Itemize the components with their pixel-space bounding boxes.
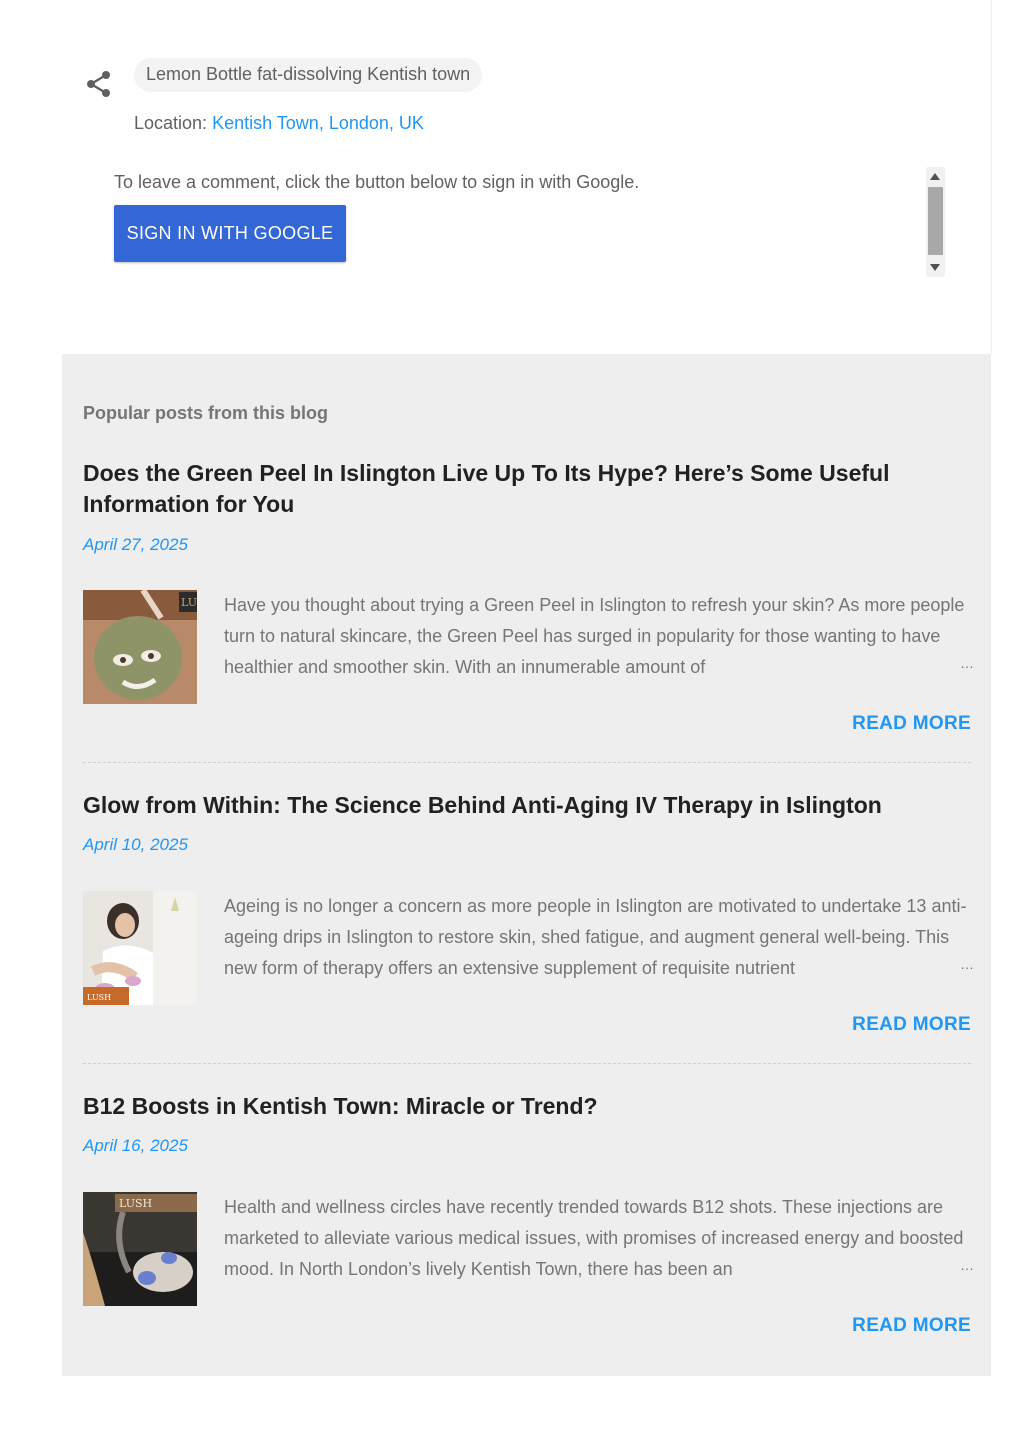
read-more-link[interactable]: READ MORE <box>852 1315 971 1337</box>
post-snippet-text: Ageing is no longer a concern as more pe… <box>224 896 967 978</box>
popular-posts-section: Popular posts from this blog Does the Gr… <box>62 354 991 1376</box>
sign-in-with-google-button[interactable]: SIGN IN WITH GOOGLE <box>114 205 346 262</box>
read-more-link[interactable]: READ MORE <box>852 1014 971 1036</box>
popular-post: B12 Boosts in Kentish Town: Miracle or T… <box>83 1091 974 1361</box>
snippet-ellipsis: … <box>960 655 974 671</box>
snippet-fade <box>858 652 948 683</box>
read-more-link[interactable]: READ MORE <box>852 713 971 735</box>
location-prefix: Location: <box>134 113 208 133</box>
post-title-link[interactable]: B12 Boosts in Kentish Town: Miracle or T… <box>83 1091 971 1122</box>
green-peel-face-image: LU <box>83 590 197 704</box>
post-title-link[interactable]: Does the Green Peel In Islington Live Up… <box>83 458 971 520</box>
post-snippet-text: Health and wellness circles have recentl… <box>224 1197 964 1279</box>
post-thumbnail[interactable]: LUSH <box>83 1192 197 1306</box>
svg-text:LU: LU <box>181 596 197 609</box>
post-location: Location: Kentish Town, London, UK <box>134 113 424 134</box>
post-divider <box>83 1063 971 1064</box>
post-snippet: Have you thought about trying a Green Pe… <box>224 590 974 683</box>
post-title-link[interactable]: Glow from Within: The Science Behind Ant… <box>83 790 971 821</box>
share-icon[interactable] <box>86 70 112 98</box>
post-divider <box>83 762 971 763</box>
post-date: April 27, 2025 <box>83 535 188 554</box>
popular-post: Does the Green Peel In Islington Live Up… <box>83 458 974 758</box>
comment-signin-prompt: To leave a comment, click the button bel… <box>114 172 640 192</box>
b12-injection-image: LUSH <box>83 1192 197 1306</box>
svg-text:LUSH: LUSH <box>119 1197 152 1210</box>
popular-post: Glow from Within: The Science Behind Ant… <box>83 790 974 1060</box>
scroll-thumb[interactable] <box>928 187 943 255</box>
scroll-down-arrow-icon[interactable] <box>930 264 940 271</box>
post-date: April 16, 2025 <box>83 1136 188 1155</box>
location-link[interactable]: Kentish Town, London, UK <box>212 113 424 133</box>
snippet-ellipsis: … <box>960 956 974 972</box>
snippet-ellipsis: … <box>960 1257 974 1273</box>
post-snippet: Ageing is no longer a concern as more pe… <box>224 891 974 984</box>
post-snippet: Health and wellness circles have recentl… <box>224 1192 974 1285</box>
popular-posts-heading: Popular posts from this blog <box>83 403 329 423</box>
post-thumbnail[interactable]: LUSH <box>83 891 197 1005</box>
post-thumbnail[interactable]: LU <box>83 590 197 704</box>
post-snippet-text: Have you thought about trying a Green Pe… <box>224 595 965 677</box>
iv-therapy-image: LUSH <box>83 891 197 1005</box>
scroll-up-arrow-icon[interactable] <box>930 173 940 180</box>
snippet-fade <box>858 1254 948 1285</box>
svg-text:LUSH: LUSH <box>87 993 111 1002</box>
comment-frame-scrollbar[interactable] <box>926 167 945 277</box>
snippet-fade <box>858 953 948 984</box>
post-date: April 10, 2025 <box>83 835 188 854</box>
post-label-chip[interactable]: Lemon Bottle fat-dissolving Kentish town <box>134 58 483 92</box>
post-footer-card: Lemon Bottle fat-dissolving Kentish town… <box>62 0 992 354</box>
